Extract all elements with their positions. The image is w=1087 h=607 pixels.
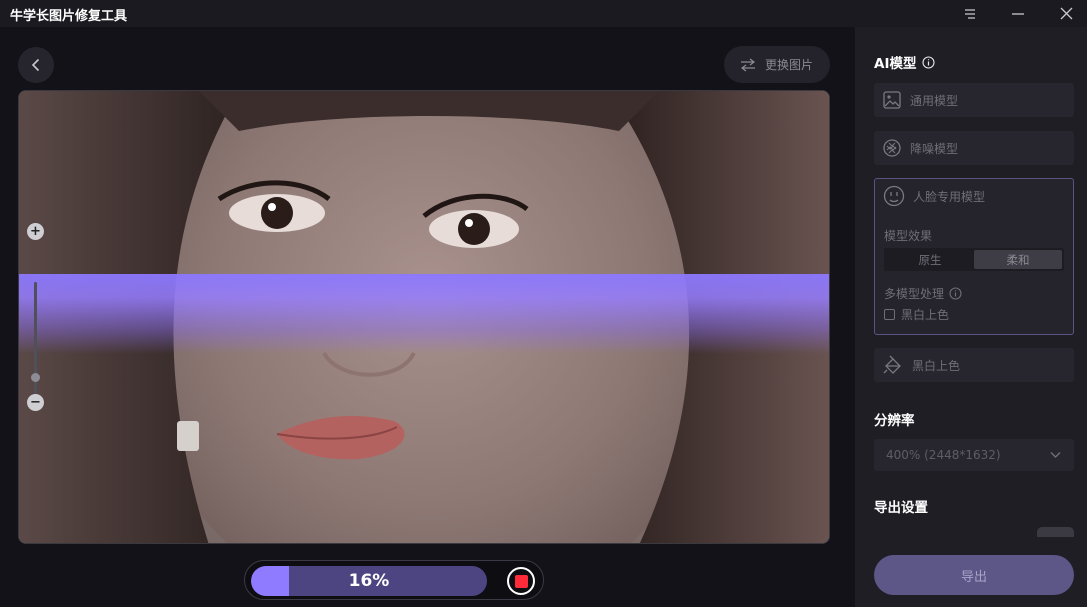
checkbox-box[interactable] [884,309,895,320]
back-button[interactable] [18,47,54,83]
zoom-slider-knob[interactable] [31,372,40,382]
effect-option-soft[interactable]: 柔和 [974,250,1062,269]
main-workspace: 更换图片 + − 16% [0,27,855,607]
zoom-out-button[interactable]: − [27,394,44,411]
close-button[interactable] [1046,0,1086,27]
replace-image-button[interactable]: 更换图片 [724,46,830,83]
model-denoise[interactable]: 降噪模型 [874,131,1074,165]
effect-option-native[interactable]: 原生 [886,250,974,269]
menu-icon [965,8,975,19]
menu-button[interactable] [950,0,990,27]
ai-model-section-title: AI模型 [874,52,936,72]
ai-model-title: AI模型 [874,56,917,72]
model-general-label: 通用模型 [910,93,959,108]
image-preview[interactable] [18,90,830,544]
info-icon[interactable] [949,287,962,300]
export-button[interactable]: 导出 [874,555,1074,595]
model-denoise-label: 降噪模型 [910,141,959,156]
swap-arrows-icon [741,58,755,71]
model-colorize-label: 黑白上色 [912,358,961,373]
resolution-title: 分辨率 [874,413,915,429]
chevron-down-icon [1050,452,1061,458]
effect-label: 模型效果 [884,229,933,243]
title-bar: 牛学长图片修复工具 [0,0,1087,27]
model-face-label: 人脸专用模型 [913,189,986,204]
stop-button[interactable] [507,567,535,595]
model-general[interactable]: 通用模型 [874,83,1074,117]
progress-bar: 16% [251,566,487,596]
multi-model-label-row: 多模型处理 [884,285,962,302]
image-icon [883,91,901,109]
minimize-button[interactable] [998,0,1038,27]
resolution-value: 400% (2448*1632) [886,448,1001,462]
export-settings-title: 导出设置 [874,500,928,516]
stop-icon [514,574,528,588]
info-icon[interactable] [922,55,936,69]
zoom-slider[interactable] [31,282,40,407]
colorize-checkbox-label: 黑白上色 [901,308,950,322]
zoom-in-button[interactable]: + [27,223,44,240]
paint-bucket-icon [883,355,901,374]
app-title: 牛学长图片修复工具 [10,9,128,24]
replace-image-label: 更换图片 [765,58,814,72]
face-model-panel: 人脸专用模型 模型效果 原生 柔和 多模型处理 黑白上色 [874,178,1074,335]
close-icon [1060,7,1072,20]
settings-sidebar: AI模型 通用模型 降噪模型 人脸专用模型 模型效果 原生 柔和 多模型处理 黑… [855,27,1087,607]
chevron-left-icon [31,58,40,72]
minimize-icon [1012,12,1024,15]
export-toggle[interactable] [1037,527,1074,537]
multi-model-label: 多模型处理 [884,287,945,301]
resolution-select[interactable]: 400% (2448*1632) [874,439,1074,471]
progress-control: 16% [244,560,544,600]
model-face[interactable]: 人脸专用模型 [875,179,1073,213]
progress-text: 16% [348,571,390,591]
face-icon [883,185,905,207]
colorize-checkbox[interactable]: 黑白上色 [884,306,949,323]
model-colorize[interactable]: 黑白上色 [874,348,1074,382]
effect-segmented-control[interactable]: 原生 柔和 [884,248,1064,271]
noise-icon [883,139,901,157]
scan-overlay [19,274,829,354]
